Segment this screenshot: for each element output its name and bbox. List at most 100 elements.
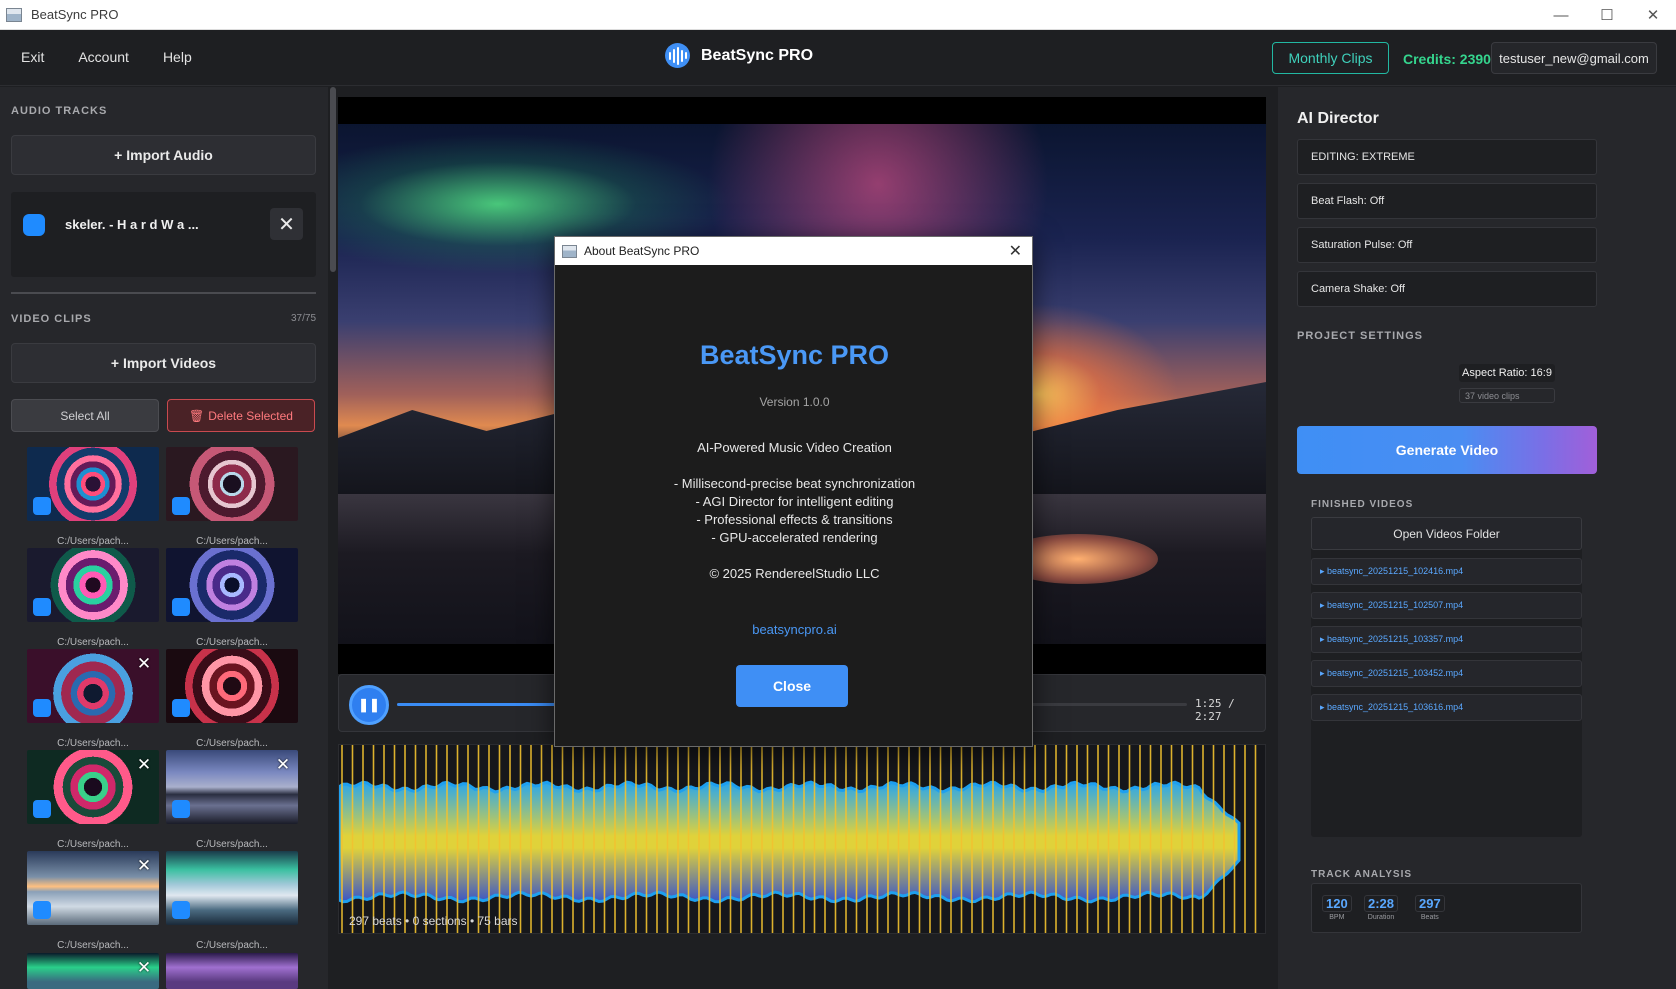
generate-video-button[interactable]: Generate Video — [1297, 426, 1597, 474]
duration-value: 2:28 — [1364, 895, 1399, 912]
section-divider — [11, 292, 316, 294]
clip-thumbnail[interactable]: ✕ — [27, 953, 159, 989]
camera-shake-option[interactable]: Camera Shake: Off — [1297, 271, 1597, 307]
menu-account[interactable]: Account — [78, 49, 129, 65]
clip-checkbox[interactable] — [172, 699, 190, 717]
app-header: Exit Account Help BeatSync PRO Monthly C… — [0, 30, 1676, 86]
beat-waveform[interactable]: 297 beats • 0 sections • 75 bars — [338, 744, 1266, 934]
track-analysis-heading: TRACK ANALYSIS — [1311, 869, 1413, 880]
dialog-version: Version 1.0.0 — [759, 395, 830, 409]
clip-thumbnail[interactable] — [27, 447, 159, 521]
clip-thumbnail[interactable] — [166, 953, 298, 989]
finished-video-item[interactable]: ▸ beatsync_20251215_103357.mp4 — [1311, 626, 1582, 653]
clip-caption: C:/Users/pach... — [57, 738, 129, 749]
bpm-stat: 120 BPM — [1322, 895, 1352, 921]
clip-checkbox[interactable] — [172, 901, 190, 919]
clip-checkbox[interactable] — [172, 497, 190, 515]
clip-checkbox[interactable] — [33, 699, 51, 717]
clip-caption: C:/Users/pach... — [196, 839, 268, 850]
playback-time: 1:25 / 2:27 — [1195, 697, 1235, 723]
sidebar-scrollbar[interactable] — [329, 87, 337, 989]
clip-thumbnail[interactable]: ✕ — [27, 851, 159, 925]
track-checkbox[interactable] — [23, 214, 45, 236]
monthly-clips-button[interactable]: Monthly Clips — [1272, 42, 1389, 74]
clip-caption: C:/Users/pach... — [196, 536, 268, 547]
aspect-ratio-select[interactable]: Aspect Ratio: 16:9 — [1459, 364, 1555, 382]
menu-exit[interactable]: Exit — [21, 49, 44, 65]
clip-checkbox[interactable] — [33, 901, 51, 919]
brand-name: BeatSync PRO — [701, 46, 814, 64]
clip-count: 37/75 — [291, 313, 317, 324]
clip-caption: C:/Users/pach... — [57, 940, 129, 951]
minimize-icon[interactable]: — — [1538, 0, 1584, 30]
audio-track-item[interactable]: skeler. - H a r d W a ... ✕ — [11, 192, 316, 277]
feature-line: - GPU-accelerated rendering — [711, 530, 878, 545]
clip-caption: C:/Users/pach... — [57, 536, 129, 547]
beat-flash-option[interactable]: Beat Flash: Off — [1297, 183, 1597, 219]
audio-tracks-heading: AUDIO TRACKS — [11, 105, 108, 117]
credits-label: Credits: 2390 — [1403, 51, 1491, 67]
remove-clip-icon[interactable]: ✕ — [135, 756, 153, 774]
beats-value: 297 — [1415, 895, 1445, 912]
trash-icon: 🗑 — [189, 408, 205, 423]
finished-video-item[interactable]: ▸ beatsync_20251215_103452.mp4 — [1311, 660, 1582, 687]
bpm-value: 120 — [1322, 895, 1352, 912]
clip-caption: C:/Users/pach... — [196, 637, 268, 648]
clip-thumbnail[interactable]: ✕ — [27, 649, 159, 723]
clip-checkbox[interactable] — [33, 800, 51, 818]
clip-thumbnail[interactable] — [166, 447, 298, 521]
dialog-close-button[interactable]: Close — [736, 665, 848, 707]
clip-thumbnail[interactable]: ✕ — [27, 750, 159, 824]
feature-line: - Millisecond-precise beat synchronizati… — [673, 476, 916, 491]
clip-caption: C:/Users/pach... — [196, 738, 268, 749]
clip-thumbnail[interactable] — [166, 649, 298, 723]
clip-checkbox[interactable] — [172, 598, 190, 616]
finished-video-item[interactable]: ▸ beatsync_20251215_102507.mp4 — [1311, 592, 1582, 619]
finished-videos-heading: FINISHED VIDEOS — [1311, 499, 1414, 510]
duration-label: Duration — [1367, 914, 1395, 921]
window-title: BeatSync PRO — [31, 7, 119, 22]
account-email-button[interactable]: testuser_new@gmail.com — [1491, 42, 1657, 74]
delete-selected-button[interactable]: 🗑 Delete Selected — [167, 399, 315, 432]
dialog-app-icon — [562, 244, 577, 258]
track-analysis-box: 120 BPM 2:28 Duration 297 Beats — [1311, 883, 1582, 933]
dialog-title: BeatSync PRO — [699, 340, 890, 370]
remove-clip-icon[interactable]: ✕ — [135, 959, 153, 977]
menu-help[interactable]: Help — [163, 49, 192, 65]
pause-icon[interactable]: ❚❚ — [349, 685, 389, 725]
remove-clip-icon[interactable]: ✕ — [135, 857, 153, 875]
finished-video-item[interactable]: ▸ beatsync_20251215_102416.mp4 — [1311, 558, 1582, 585]
website-link[interactable]: beatsyncpro.ai — [555, 622, 1034, 637]
waveform-logo-icon — [665, 43, 690, 68]
clip-checkbox[interactable] — [33, 598, 51, 616]
clip-thumbnail[interactable] — [166, 548, 298, 622]
clip-thumbnail[interactable]: ✕ — [166, 750, 298, 824]
clip-caption: C:/Users/pach... — [57, 637, 129, 648]
clip-thumbnail[interactable] — [166, 851, 298, 925]
feature-line: - Professional effects & transitions — [696, 512, 893, 527]
dialog-window-title: About BeatSync PRO — [584, 244, 700, 258]
beats-label: Beats — [1420, 914, 1439, 921]
clip-checkbox[interactable] — [172, 800, 190, 818]
maximize-icon[interactable]: ☐ — [1584, 0, 1630, 30]
import-audio-button[interactable]: + Import Audio — [11, 135, 316, 175]
clip-checkbox[interactable] — [33, 497, 51, 515]
finished-video-item[interactable]: ▸ beatsync_20251215_103616.mp4 — [1311, 694, 1582, 721]
remove-track-icon[interactable]: ✕ — [270, 208, 303, 240]
video-clips-heading: VIDEO CLIPS — [11, 313, 92, 325]
remove-clip-icon[interactable]: ✕ — [135, 655, 153, 673]
open-videos-folder-button[interactable]: Open Videos Folder — [1311, 517, 1582, 550]
close-window-icon[interactable]: ✕ — [1630, 0, 1676, 30]
scrollbar-thumb[interactable] — [330, 87, 336, 272]
project-settings-heading: PROJECT SETTINGS — [1297, 330, 1424, 342]
saturation-pulse-option[interactable]: Saturation Pulse: Off — [1297, 227, 1597, 263]
editing-mode-option[interactable]: EDITING: EXTREME — [1297, 139, 1597, 175]
dialog-close-icon[interactable]: ✕ — [1009, 241, 1022, 261]
remove-clip-icon[interactable]: ✕ — [274, 756, 292, 774]
clip-thumbnail[interactable] — [27, 548, 159, 622]
audio-track-name: skeler. - H a r d W a ... — [65, 217, 199, 232]
app-window-icon — [6, 7, 22, 22]
import-videos-button[interactable]: + Import Videos — [11, 343, 316, 383]
clip-info-badge: 37 video clips — [1459, 388, 1555, 403]
select-all-button[interactable]: Select All — [11, 399, 159, 432]
